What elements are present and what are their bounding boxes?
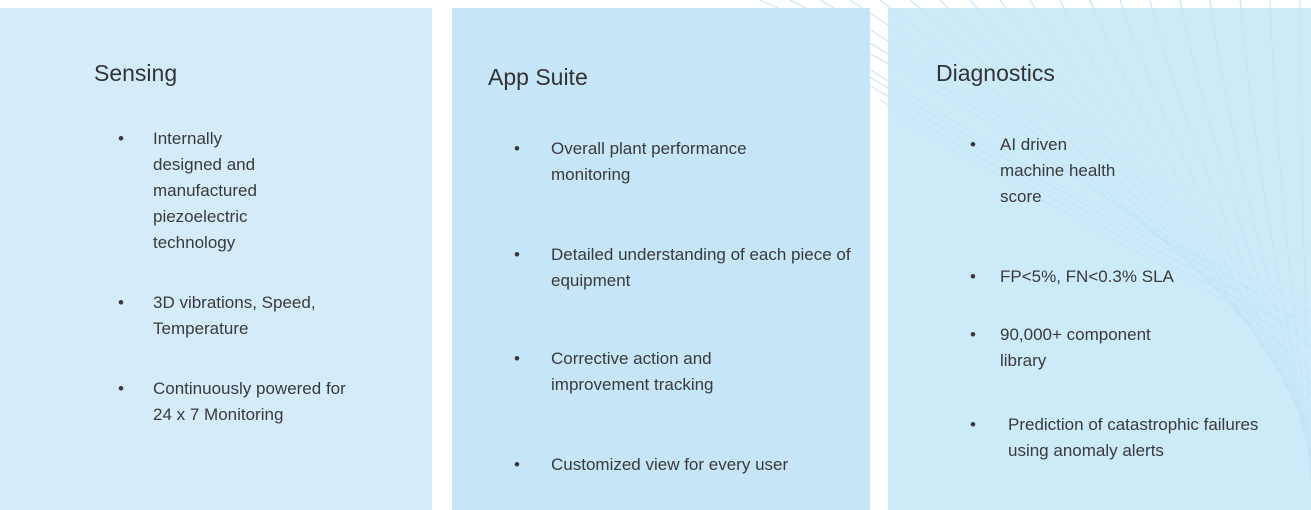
app-suite-bullet-1-text: Overall plant performance monitoring xyxy=(551,139,747,184)
app-suite-bullet-1: • Overall plant performance monitoring xyxy=(514,136,854,188)
sensing-bullet-3: • Continuously powered for 24 x 7 Monito… xyxy=(118,376,388,428)
app-suite-panel: App Suite • Overall plant performance mo… xyxy=(452,8,870,510)
bullet-icon: • xyxy=(970,415,976,434)
diagnostics-bullet-1: • AI driven machine health score xyxy=(970,132,1210,210)
sensing-bullet-3-text: Continuously powered for 24 x 7 Monitori… xyxy=(153,379,346,424)
bullet-icon: • xyxy=(514,349,520,368)
bullet-icon: • xyxy=(118,293,124,312)
diagnostics-bullet-2: • FP<5%, FN<0.3% SLA xyxy=(970,264,1270,290)
diagnostics-title: Diagnostics xyxy=(936,60,1055,86)
bullet-icon: • xyxy=(118,379,124,398)
app-suite-bullet-3-text: Corrective action and improvement tracki… xyxy=(551,349,714,394)
bullet-icon: • xyxy=(970,325,976,344)
app-suite-bullet-3: • Corrective action and improvement trac… xyxy=(514,346,854,398)
sensing-panel: Sensing • Internally designed and manufa… xyxy=(0,8,432,510)
bullet-icon: • xyxy=(118,129,124,148)
diagnostics-bullet-2-text: FP<5%, FN<0.3% SLA xyxy=(1000,267,1174,286)
diagnostics-panel: Diagnostics • AI driven machine health s… xyxy=(888,8,1311,510)
bullet-icon: • xyxy=(514,455,520,474)
app-suite-bullet-2: • Detailed understanding of each piece o… xyxy=(514,242,854,294)
sensing-bullet-1-text: Internally designed and manufactured pie… xyxy=(153,129,257,252)
app-suite-title: App Suite xyxy=(488,64,588,90)
bullet-icon: • xyxy=(970,267,976,286)
diagnostics-bullet-1-text: AI driven machine health score xyxy=(1000,135,1116,206)
bullet-icon: • xyxy=(970,135,976,154)
diagnostics-bullet-4-text: Prediction of catastrophic failures usin… xyxy=(1008,415,1259,460)
app-suite-bullet-4: • Customized view for every user xyxy=(514,452,854,478)
diagnostics-bullet-3: • 90,000+ component library xyxy=(970,322,1270,374)
bullet-icon: • xyxy=(514,245,520,264)
sensing-title: Sensing xyxy=(94,60,178,86)
sensing-bullet-2: • 3D vibrations, Speed, Temperature xyxy=(118,290,388,342)
sensing-bullet-2-text: 3D vibrations, Speed, Temperature xyxy=(153,293,316,338)
diagnostics-bullet-4: • Prediction of catastrophic failures us… xyxy=(970,412,1290,464)
bullet-icon: • xyxy=(514,139,520,158)
app-suite-bullet-2-text: Detailed understanding of each piece of … xyxy=(551,245,851,290)
diagnostics-bullet-3-text: 90,000+ component library xyxy=(1000,325,1151,370)
app-suite-bullet-4-text: Customized view for every user xyxy=(551,455,789,474)
sensing-bullet-1: • Internally designed and manufactured p… xyxy=(118,126,388,256)
